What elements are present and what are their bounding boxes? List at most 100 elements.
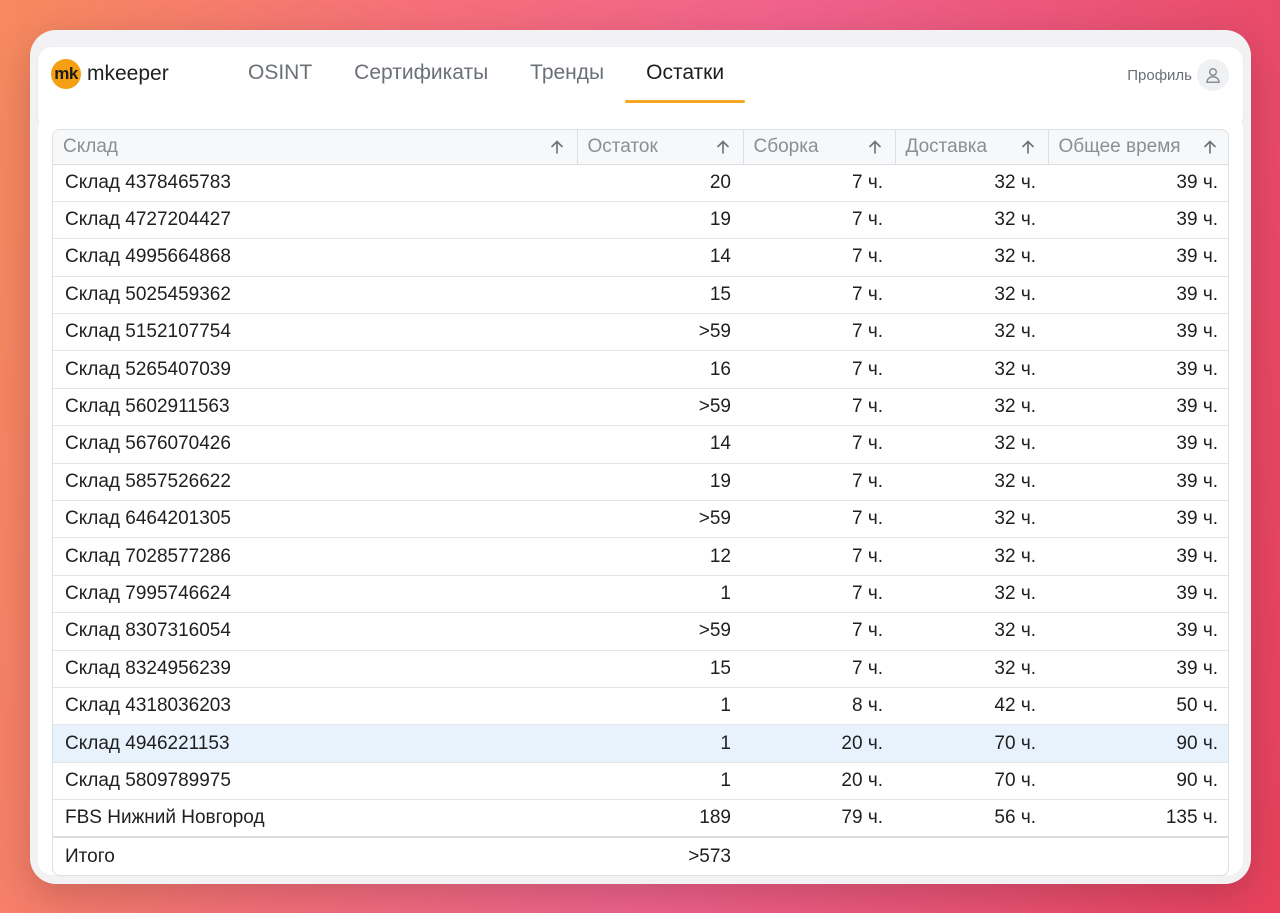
- cell-warehouse: FBS Нижний Новгород: [53, 799, 577, 838]
- cell-warehouse: Склад 4378465783: [53, 164, 577, 202]
- cell-value: 32 ч.: [895, 463, 1048, 502]
- cell-value: 7 ч.: [743, 313, 895, 352]
- cell-warehouse: Склад 7995746624: [53, 575, 577, 614]
- cell-value: 1: [577, 724, 743, 763]
- cell-warehouse: Склад 5857526622: [53, 463, 577, 502]
- cell-warehouse: Склад 5152107754: [53, 313, 577, 352]
- total-empty-cell: [743, 836, 895, 875]
- cell-warehouse: Склад 8324956239: [53, 650, 577, 688]
- logo[interactable]: mk mkeeper: [51, 59, 169, 89]
- cell-warehouse: Склад 6464201305: [53, 500, 577, 539]
- table-body: Склад 4378465783 20 7 ч. 32 ч. 39 ч. Склад 47…: [53, 164, 1228, 875]
- cell-value: 7 ч.: [743, 500, 895, 539]
- table-row[interactable]: Склад 4995664868 14 7 ч. 32 ч. 39 ч.: [53, 238, 1228, 277]
- stock-table-container: Склад Остаток Сборка Доставка Общее время Ск…: [52, 129, 1229, 876]
- cell-value: 39 ч.: [1048, 313, 1228, 352]
- cell-value: 135 ч.: [1048, 799, 1228, 838]
- total-stock: >573: [577, 836, 743, 875]
- cell-value: 7 ч.: [743, 388, 895, 427]
- cell-value: 39 ч.: [1048, 575, 1228, 614]
- cell-value: 32 ч.: [895, 313, 1048, 352]
- cell-value: 20 ч.: [743, 762, 895, 801]
- cell-warehouse: Склад 5809789975: [53, 762, 577, 801]
- cell-warehouse: Склад 4318036203: [53, 687, 577, 726]
- cell-value: 39 ч.: [1048, 388, 1228, 427]
- table-row[interactable]: Склад 5602911563 >59 7 ч. 32 ч. 39 ч.: [53, 388, 1228, 427]
- cell-value: >59: [577, 388, 743, 427]
- cell-value: 32 ч.: [895, 238, 1048, 277]
- cell-value: 7 ч.: [743, 238, 895, 277]
- table-row[interactable]: Склад 7995746624 1 7 ч. 32 ч. 39 ч.: [53, 575, 1228, 614]
- cell-warehouse: Склад 5676070426: [53, 425, 577, 464]
- column-header-total-time[interactable]: Общее время: [1048, 130, 1228, 165]
- cell-value: 1: [577, 762, 743, 801]
- cell-value: 32 ч.: [895, 425, 1048, 464]
- cell-value: >59: [577, 313, 743, 352]
- cell-value: 1: [577, 687, 743, 726]
- table-row[interactable]: Склад 5152107754 >59 7 ч. 32 ч. 39 ч.: [53, 313, 1228, 352]
- cell-value: 8 ч.: [743, 687, 895, 726]
- cell-value: 32 ч.: [895, 500, 1048, 539]
- cell-value: 42 ч.: [895, 687, 1048, 726]
- table-row[interactable]: Склад 6464201305 >59 7 ч. 32 ч. 39 ч.: [53, 500, 1228, 539]
- table-row[interactable]: Склад 7028577286 12 7 ч. 32 ч. 39 ч.: [53, 537, 1228, 576]
- app-window: mk mkeeper OSINT Сертификаты Тренды Остатки…: [30, 30, 1251, 884]
- cell-value: 7 ч.: [743, 164, 895, 202]
- sort-arrow-up-icon[interactable]: [867, 139, 883, 155]
- cell-value: 32 ч.: [895, 201, 1048, 240]
- tab-trends[interactable]: Тренды: [509, 47, 625, 103]
- table-row[interactable]: Склад 4946221153 1 20 ч. 70 ч. 90 ч.: [53, 724, 1228, 763]
- table-row[interactable]: Склад 5809789975 1 20 ч. 70 ч. 90 ч.: [53, 762, 1228, 801]
- sort-arrow-up-icon[interactable]: [715, 139, 731, 155]
- table-row[interactable]: Склад 4378465783 20 7 ч. 32 ч. 39 ч.: [53, 164, 1228, 202]
- cell-value: 189: [577, 799, 743, 838]
- tab-certificates[interactable]: Сертификаты: [333, 47, 509, 103]
- column-header-warehouse[interactable]: Склад: [53, 130, 578, 165]
- user-icon: [1197, 59, 1229, 91]
- cell-value: 70 ч.: [895, 762, 1048, 801]
- total-empty-cell: [1048, 836, 1228, 875]
- column-header-delivery[interactable]: Доставка: [895, 130, 1049, 165]
- sort-arrow-up-icon[interactable]: [549, 139, 565, 155]
- table-row[interactable]: Склад 5265407039 16 7 ч. 32 ч. 39 ч.: [53, 350, 1228, 389]
- cell-value: 7 ч.: [743, 575, 895, 614]
- table-row[interactable]: Склад 5025459362 15 7 ч. 32 ч. 39 ч.: [53, 276, 1228, 315]
- column-header-stock[interactable]: Остаток: [577, 130, 744, 165]
- sort-arrow-up-icon[interactable]: [1202, 139, 1218, 155]
- cell-value: 70 ч.: [895, 724, 1048, 763]
- cell-value: 7 ч.: [743, 201, 895, 240]
- profile-button[interactable]: Профиль: [1127, 59, 1229, 91]
- cell-value: 15: [577, 276, 743, 315]
- cell-value: 39 ч.: [1048, 276, 1228, 315]
- cell-value: 39 ч.: [1048, 425, 1228, 464]
- total-row: Итого >573: [53, 836, 1228, 875]
- table-row[interactable]: Склад 4318036203 1 8 ч. 42 ч. 50 ч.: [53, 687, 1228, 726]
- cell-value: 19: [577, 463, 743, 502]
- table-row[interactable]: Склад 8324956239 15 7 ч. 32 ч. 39 ч.: [53, 650, 1228, 688]
- tab-stock[interactable]: Остатки: [625, 47, 746, 103]
- column-header-assembly[interactable]: Сборка: [743, 130, 896, 165]
- cell-value: 39 ч.: [1048, 612, 1228, 651]
- table-row[interactable]: Склад 4727204427 19 7 ч. 32 ч. 39 ч.: [53, 201, 1228, 240]
- logo-text: mkeeper: [87, 62, 169, 85]
- cell-value: 39 ч.: [1048, 164, 1228, 202]
- table-row[interactable]: Склад 5857526622 19 7 ч. 32 ч. 39 ч.: [53, 463, 1228, 502]
- cell-value: 7 ч.: [743, 463, 895, 502]
- cell-value: 7 ч.: [743, 276, 895, 315]
- cell-warehouse: Склад 7028577286: [53, 537, 577, 576]
- cell-value: 20: [577, 164, 743, 202]
- cell-value: 14: [577, 238, 743, 277]
- table-row[interactable]: Склад 5676070426 14 7 ч. 32 ч. 39 ч.: [53, 425, 1228, 464]
- cell-value: 7 ч.: [743, 350, 895, 389]
- cell-value: 32 ч.: [895, 350, 1048, 389]
- cell-warehouse: Склад 5602911563: [53, 388, 577, 427]
- table-row[interactable]: Склад 8307316054 >59 7 ч. 32 ч. 39 ч.: [53, 612, 1228, 651]
- cell-value: 12: [577, 537, 743, 576]
- tab-osint[interactable]: OSINT: [227, 47, 333, 103]
- table-row[interactable]: FBS Нижний Новгород 189 79 ч. 56 ч. 135 ч.: [53, 799, 1228, 838]
- cell-value: 32 ч.: [895, 537, 1048, 576]
- total-empty-cell: [895, 836, 1048, 875]
- cell-warehouse: Склад 4946221153: [53, 724, 577, 763]
- cell-value: 32 ч.: [895, 388, 1048, 427]
- sort-arrow-up-icon[interactable]: [1020, 139, 1036, 155]
